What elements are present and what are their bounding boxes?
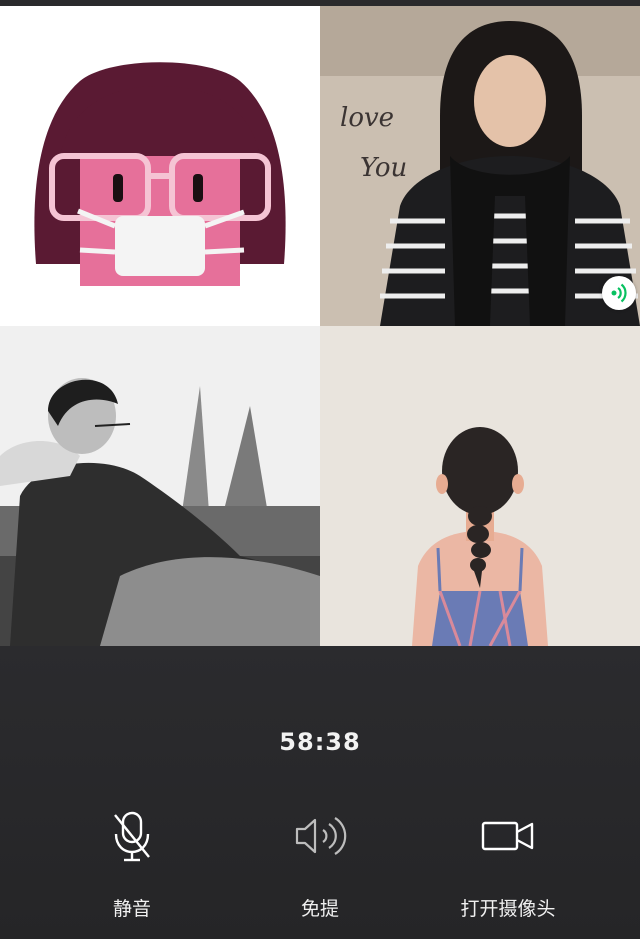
mute-label: 静音 — [112, 898, 151, 920]
participant-grid: love You — [0, 6, 640, 646]
participant-tile-3[interactable] — [0, 326, 320, 646]
participant-tile-2[interactable]: love You — [320, 6, 640, 326]
participant-tile-1[interactable] — [0, 6, 320, 326]
mute-button[interactable]: 静音 — [42, 806, 222, 921]
svg-text:You: You — [360, 153, 407, 183]
cartoon-masked-girl-avatar — [0, 6, 320, 326]
woman-striped-sweater-photo: love You — [320, 6, 640, 326]
call-controls-panel: 58:38 静音 免提 打开摄像头 — [0, 646, 640, 939]
video-camera-icon — [478, 806, 538, 866]
svg-text:love: love — [340, 103, 394, 133]
camera-label: 打开摄像头 — [460, 898, 556, 920]
speaking-indicator-icon — [611, 283, 627, 303]
speaking-indicator — [602, 276, 636, 310]
participant-tile-4[interactable] — [320, 326, 640, 646]
microphone-muted-icon — [102, 806, 162, 866]
speaker-label: 免提 — [300, 898, 339, 920]
call-timer: 58:38 — [279, 728, 361, 756]
girl-braid-illustration — [320, 326, 640, 646]
speaker-button[interactable]: 免提 — [230, 806, 410, 921]
man-reclining-bw-photo — [0, 326, 320, 646]
camera-button[interactable]: 打开摄像头 — [418, 806, 598, 921]
speaker-icon — [290, 806, 350, 866]
